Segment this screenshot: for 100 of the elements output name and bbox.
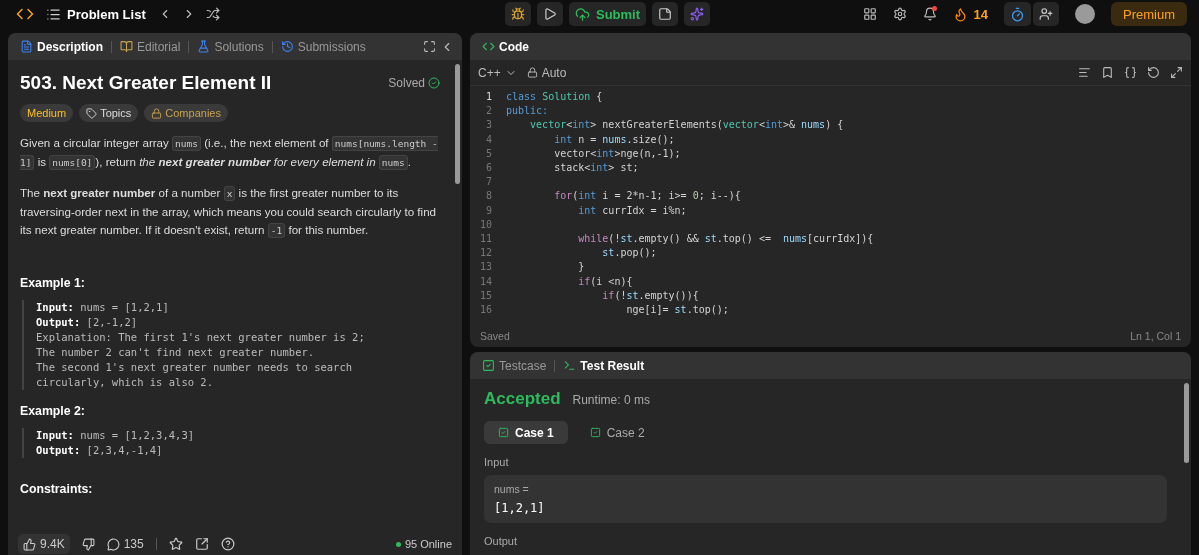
lock-icon	[151, 107, 163, 119]
panel-tab[interactable]: Description	[16, 39, 107, 54]
line-number: 7	[484, 175, 493, 190]
auto-mode[interactable]: Auto	[526, 65, 567, 80]
document-icon	[20, 40, 33, 53]
case-tab[interactable]: Case 2	[575, 421, 659, 444]
comments-button[interactable]: 135	[106, 537, 144, 551]
premium-button[interactable]: Premium	[1111, 2, 1187, 26]
note-button[interactable]	[652, 2, 679, 26]
list-icon[interactable]	[46, 6, 61, 22]
line-number: 2	[484, 104, 493, 119]
settings-icon[interactable]	[892, 7, 907, 21]
problem-list-button[interactable]: Problem List	[46, 6, 146, 22]
panel-tab[interactable]: Test Result	[559, 358, 649, 373]
code-line: vector<int>nge(n,-1);	[553, 146, 681, 161]
cloud-upload-icon	[575, 6, 590, 22]
description-paragraph: The next greater number of a number x is the first greater number to its traversing-order next in the array, which means you could search circularly to find its next greater number. If it doesn't exist, return -1 for this number.	[20, 185, 438, 240]
run-button[interactable]	[537, 2, 563, 26]
example-line: Explanation: The first 1's next greater number is 2;	[36, 330, 366, 345]
example-line: Output: [2,-1,2]	[36, 315, 139, 330]
panel-tab[interactable]: Submissions	[276, 39, 370, 54]
verdict: Accepted	[484, 389, 561, 409]
like-button[interactable]: 9.4K	[18, 534, 70, 554]
line-number: 6	[484, 161, 493, 175]
invite-button[interactable]	[1033, 2, 1059, 26]
tag-icon	[86, 107, 98, 119]
example-line: Output: [2,3,4,-1,4]	[36, 443, 164, 458]
line-number: 16	[478, 303, 493, 318]
lock-icon	[526, 67, 538, 78]
line-number: 8	[484, 189, 493, 204]
play-icon	[543, 7, 557, 21]
code-line: class Solution {	[506, 90, 603, 104]
code-line: st.pop();	[601, 246, 657, 261]
line-number: 4	[484, 132, 493, 147]
language-select[interactable]: C++	[478, 65, 517, 80]
expand-icon[interactable]	[423, 40, 436, 53]
submit-button[interactable]: Submit	[569, 2, 647, 26]
constraints-title: Constraints:	[20, 482, 94, 496]
code-line: vector<int> nextGreaterElements(vector<int>& nums) {	[529, 118, 844, 133]
code-line: int n = nums.size();	[553, 132, 675, 147]
flask-icon	[197, 40, 211, 53]
thumbs-down-icon[interactable]	[81, 537, 95, 551]
input-label: Input	[484, 456, 510, 468]
solved-status: Solved	[388, 76, 440, 90]
star-icon[interactable]	[168, 537, 183, 551]
history-icon	[280, 40, 294, 53]
format-icon[interactable]	[1078, 66, 1091, 79]
cursor-position: Ln 1, Col 1	[1130, 330, 1181, 342]
example-line: The second 1's next greater number needs to search	[36, 360, 354, 375]
check-icon	[589, 427, 601, 438]
braces-icon[interactable]	[1124, 66, 1137, 79]
tag-chip[interactable]: Topics	[79, 104, 139, 122]
online-count: 95 Online	[395, 538, 452, 550]
checkbox-icon	[482, 359, 495, 372]
fullscreen-icon[interactable]	[1170, 66, 1183, 79]
grid-icon[interactable]	[862, 7, 877, 21]
panel-tab[interactable]: Testcase	[478, 358, 551, 373]
line-number: 12	[478, 246, 493, 261]
note-icon	[658, 7, 673, 21]
panel-tab[interactable]: Editorial	[116, 39, 185, 54]
streak-counter[interactable]: 14	[952, 6, 988, 22]
bug-icon	[511, 7, 525, 21]
help-icon[interactable]	[220, 537, 235, 551]
problem-title: 503. Next Greater Element II	[20, 72, 272, 94]
reset-icon[interactable]	[1147, 66, 1160, 79]
line-number: 5	[484, 146, 493, 161]
example-line: Input: nums = [1,2,1]	[36, 300, 170, 315]
line-number: 10	[478, 217, 493, 232]
code-line: while(!st.empty() && st.top() <= nums[currIdx]){	[577, 232, 874, 247]
share-icon[interactable]	[194, 537, 209, 551]
example-line: circularly, which is also 2.	[36, 375, 214, 390]
debug-button[interactable]	[505, 2, 531, 26]
check-icon	[428, 77, 440, 89]
shuffle-icon[interactable]	[205, 7, 220, 21]
line-number: 11	[478, 232, 493, 247]
code-line: for(int i = 2*n-1; i>= 0; i--){	[553, 189, 741, 204]
code-line: public:	[506, 104, 549, 119]
input-name: nums =	[494, 483, 530, 495]
bell-icon[interactable]	[922, 7, 937, 21]
panel-tab[interactable]: Solutions	[193, 39, 268, 54]
save-status: Saved	[480, 330, 510, 342]
book-icon	[120, 40, 133, 53]
line-number: 15	[478, 288, 493, 303]
example-line: The number 2 can't find next greater number.	[36, 345, 316, 360]
example-line: Input: nums = [1,2,3,4,3]	[36, 428, 196, 443]
timer-button[interactable]	[1004, 2, 1031, 26]
tag-chip[interactable]: Companies	[144, 104, 228, 122]
bookmark-icon[interactable]	[1101, 66, 1114, 79]
ai-button[interactable]	[684, 2, 711, 26]
avatar[interactable]	[1075, 4, 1095, 24]
code-line: int currIdx = i%n;	[577, 203, 687, 218]
output-label: Output	[484, 535, 519, 547]
code-icon	[482, 40, 495, 53]
line-number: 3	[484, 118, 493, 133]
line-number: 1	[484, 90, 493, 104]
case-tab[interactable]: Case 1	[484, 421, 568, 444]
code-tab[interactable]: Code	[478, 39, 533, 54]
tag-chip[interactable]: Medium	[20, 104, 74, 122]
line-number: 14	[478, 274, 493, 289]
sparkle-icon	[690, 7, 705, 21]
